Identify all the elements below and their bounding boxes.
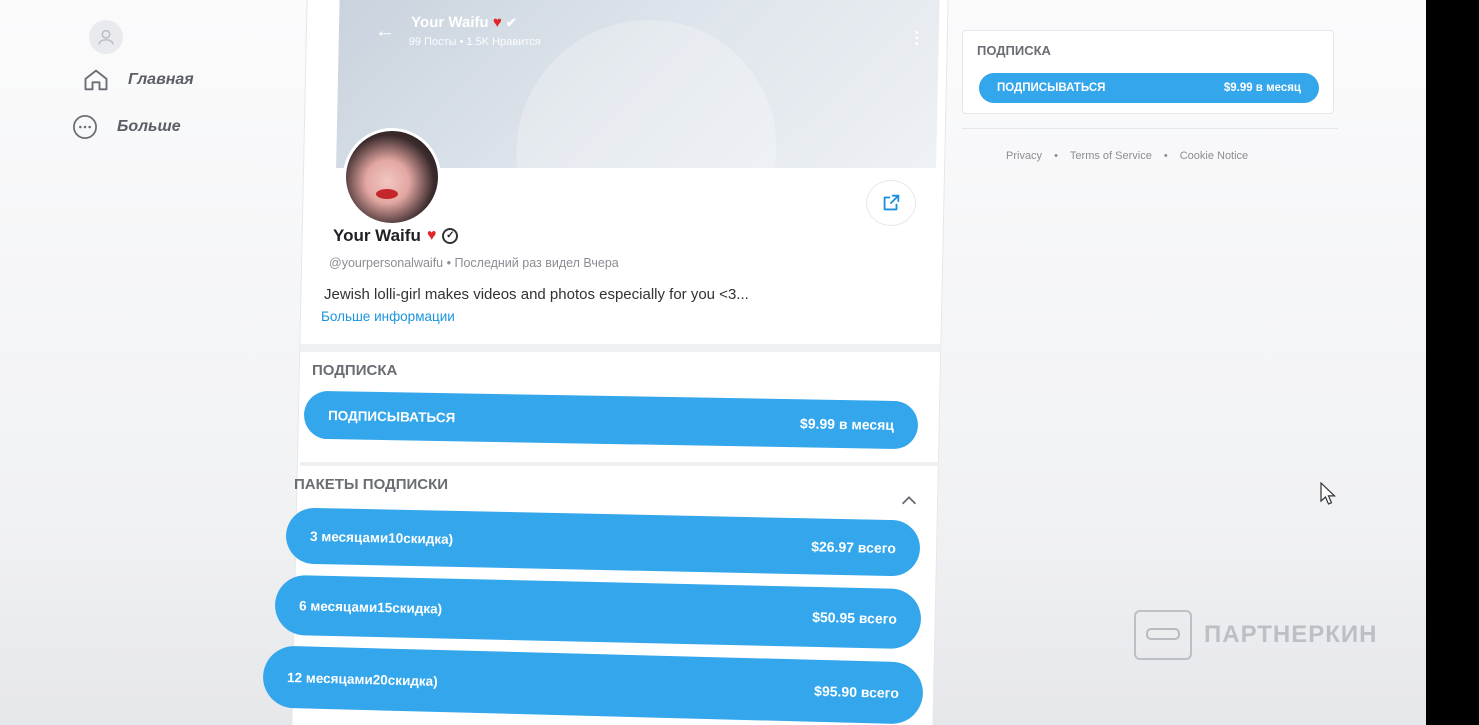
cookie-notice-link[interactable]: Cookie Notice bbox=[1180, 150, 1248, 162]
watermark-logo-icon bbox=[1134, 610, 1192, 660]
terms-link[interactable]: Terms of Service bbox=[1070, 150, 1152, 162]
heart-icon: ♥ bbox=[426, 227, 437, 244]
heart-icon: ♥ bbox=[492, 14, 502, 31]
profile-avatar[interactable] bbox=[343, 128, 441, 226]
bundle-price: $26.97 всего bbox=[811, 538, 897, 557]
mouse-cursor-icon bbox=[1320, 482, 1336, 505]
share-button[interactable] bbox=[866, 180, 916, 226]
share-icon bbox=[883, 194, 900, 211]
back-arrow-icon[interactable]: ← bbox=[375, 20, 395, 43]
cover-header: ← Your Waifu ♥ ✔ 99 Посты • 1.5K Нравитс… bbox=[339, 10, 940, 50]
subscribe-button-label: ПОДПИСЫВАТЬСЯ bbox=[327, 407, 456, 425]
bundle-price: $95.90 всего bbox=[813, 682, 900, 702]
subscription-card: ПОДПИСКА ПОДПИСЫВАТЬСЯ $9.99 в месяц bbox=[962, 30, 1334, 114]
chevron-up-icon[interactable] bbox=[898, 490, 920, 512]
nav-home-label: Главная bbox=[128, 71, 194, 88]
card-subscribe-label: ПОДПИСЫВАТЬСЯ bbox=[997, 82, 1106, 94]
profile-bio: Jewish lolli-girl makes videos and photo… bbox=[324, 286, 749, 303]
footer-links: Privacy • Terms of Service • Cookie Noti… bbox=[1006, 150, 1248, 162]
divider bbox=[300, 344, 940, 352]
card-subscribe-price: $9.99 в месяц bbox=[1223, 82, 1301, 94]
divider bbox=[962, 128, 1338, 129]
subscribe-price: $9.99 в месяц bbox=[799, 415, 895, 433]
verified-icon: ✔ bbox=[505, 15, 517, 30]
subscription-title: ПОДПИСКА bbox=[312, 362, 398, 379]
bundle-label: 12 месяцами20скидка) bbox=[286, 669, 438, 689]
footer-dot: • bbox=[1054, 150, 1058, 162]
page: Главная Больше ← Your Waifu ♥ ✔ 99 Посты… bbox=[0, 0, 1426, 725]
cover-profile-name: Your Waifu ♥ ✔ bbox=[411, 14, 517, 31]
nav-more[interactable]: Больше bbox=[71, 113, 181, 141]
cover-name-text: Your Waifu bbox=[410, 14, 489, 31]
watermark-text: ПАРТНЕРКИН bbox=[1204, 621, 1378, 648]
screen: Главная Больше ← Your Waifu ♥ ✔ 99 Посты… bbox=[0, 0, 1479, 725]
verified-icon: ✓ bbox=[442, 228, 459, 244]
user-icon bbox=[97, 29, 115, 45]
user-avatar[interactable] bbox=[89, 20, 123, 54]
watermark: ПАРТНЕРКИН bbox=[1134, 610, 1378, 660]
footer-dot: • bbox=[1163, 150, 1168, 162]
bundle-label: 6 месяцами15скидка) bbox=[298, 597, 443, 616]
more-info-link[interactable]: Больше информации bbox=[321, 309, 455, 324]
home-icon bbox=[84, 69, 108, 91]
nav-home[interactable]: Главная bbox=[82, 66, 194, 94]
bundles-title: ПАКЕТЫ ПОДПИСКИ bbox=[294, 476, 449, 493]
kebab-menu-icon[interactable]: ⋮ bbox=[909, 28, 924, 48]
card-subscription-title: ПОДПИСКА bbox=[977, 43, 1051, 58]
card-subscribe-button[interactable]: ПОДПИСЫВАТЬСЯ $9.99 в месяц bbox=[979, 73, 1319, 103]
profile-handle: @yourpersonalwaifu • Последний раз видел… bbox=[329, 256, 619, 270]
nav-more-label: Больше bbox=[117, 118, 181, 135]
black-edge bbox=[1426, 0, 1479, 725]
bundle-label: 3 месяцами10скидка) bbox=[309, 528, 454, 547]
privacy-link[interactable]: Privacy bbox=[1006, 150, 1042, 162]
bundle-price: $50.95 всего bbox=[812, 608, 898, 627]
cover-stats: 99 Посты • 1.5K Нравится bbox=[408, 36, 541, 48]
profile-name: Your Waifu ♥ ✓ bbox=[333, 226, 459, 246]
divider bbox=[300, 462, 940, 466]
more-dots-icon bbox=[73, 115, 97, 139]
profile-name-text: Your Waifu bbox=[333, 226, 421, 245]
